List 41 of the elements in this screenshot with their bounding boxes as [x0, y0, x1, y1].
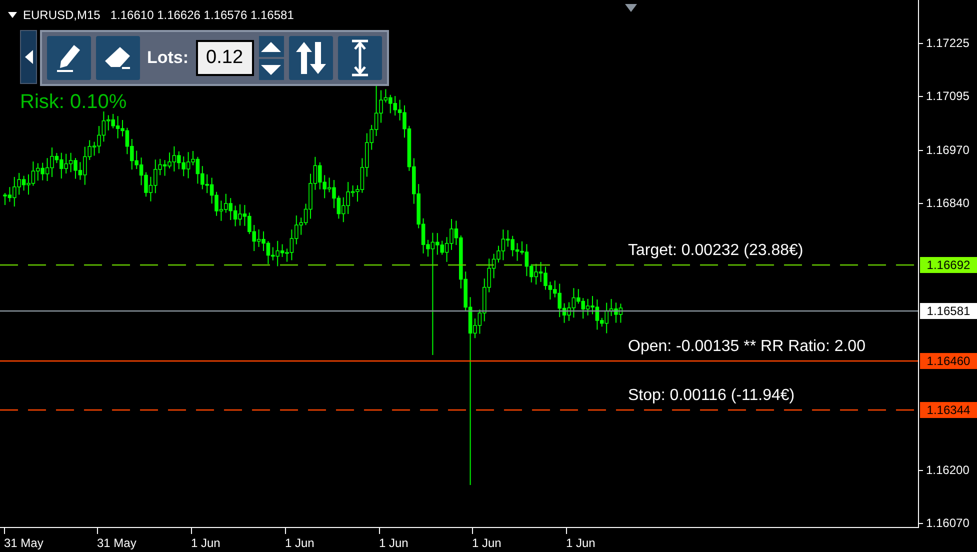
price-line[interactable] [0, 310, 918, 312]
time-axis-label: 1 Jun [379, 536, 408, 551]
time-axis-label: 31 May [4, 536, 44, 551]
lots-label: Lots: [147, 48, 189, 68]
price-axis-label: 1.16970 [926, 142, 970, 158]
up-down-arrows-icon [294, 40, 328, 76]
level-label: Stop: 0.00116 (-11.94€) [628, 386, 795, 406]
reverse-button[interactable] [288, 36, 333, 80]
price-axis-label: 1.16070 [926, 515, 970, 531]
up-triangle-icon [261, 42, 282, 52]
price-axis-label: 1.17095 [926, 88, 970, 104]
erase-button[interactable] [96, 36, 140, 80]
price-line[interactable] [0, 360, 918, 362]
dropdown-triangle-icon[interactable] [8, 12, 17, 18]
decrease-button[interactable] [258, 59, 284, 80]
price-tag: 1.16460 [920, 353, 977, 369]
price-tag: 1.16692 [920, 257, 977, 273]
range-button[interactable] [338, 36, 382, 80]
symbol-label: EURUSD,M15 [23, 8, 100, 22]
price-tag: 1.16344 [920, 402, 977, 418]
time-axis-label: 1 Jun [191, 536, 220, 551]
level-label: Open: -0.00135 ** RR Ratio: 2.00 [628, 337, 866, 357]
down-triangle-icon [261, 64, 282, 74]
draw-button[interactable] [47, 36, 91, 80]
vertical-range-icon [350, 39, 370, 77]
triangle-marker-icon[interactable] [625, 4, 637, 12]
collapse-button[interactable] [20, 30, 37, 84]
price-axis-label: 1.16200 [926, 462, 970, 478]
time-axis-label: 1 Jun [566, 536, 596, 551]
time-axis-label: 1 Jun [472, 536, 502, 551]
left-triangle-icon [24, 50, 32, 64]
time-axis-label: 1 Jun [285, 536, 314, 551]
risk-label: Risk: 0.10% [20, 91, 127, 114]
level-label: Target: 0.00232 (23.88€) [628, 241, 804, 261]
price-axis-label: 1.17225 [926, 35, 970, 51]
lots-input[interactable]: 0.12 [196, 40, 254, 76]
increase-button[interactable] [258, 36, 284, 57]
time-axis-label: 31 May [97, 536, 136, 551]
quote-values: 1.16610 1.16626 1.16576 1.16581 [110, 8, 294, 22]
price-tag: 1.16581 [920, 303, 977, 319]
price-axis-label: 1.16840 [926, 195, 970, 211]
